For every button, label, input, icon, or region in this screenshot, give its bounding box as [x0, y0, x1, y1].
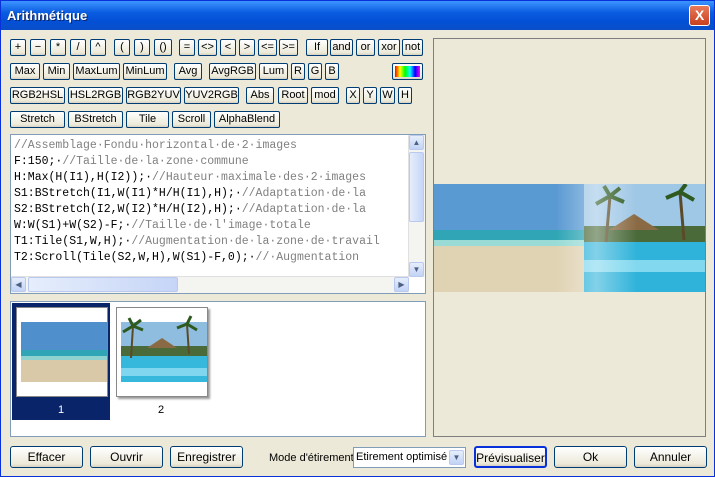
lum-button[interactable]: Lum	[259, 63, 288, 80]
code-line: F:150;·//Taille·de·la·zone·commune	[14, 155, 249, 168]
red-channel-button[interactable]: R	[291, 63, 305, 80]
code-line: T1:Tile(S1,W,H);·//Augmentation·de·la·zo…	[14, 235, 380, 248]
code-line: S1:BStretch(I1,W(I1)*H/H(I1),H);·//Adapt…	[14, 187, 366, 200]
op-equal-button[interactable]: =	[179, 39, 195, 56]
h-variable-button[interactable]: H	[398, 87, 412, 104]
close-button[interactable]: X	[689, 5, 710, 26]
x-variable-button[interactable]: X	[346, 87, 360, 104]
op-close-paren-button[interactable]: )	[134, 39, 150, 56]
code-line: H:Max(H(I1),H(I2));·//Hauteur·maximale·d…	[14, 171, 366, 184]
scroll-up-icon[interactable]: ▲	[409, 135, 424, 150]
preview-button[interactable]: Prévisualiser	[474, 446, 547, 468]
preview-image	[434, 184, 705, 292]
formula-editor[interactable]: //Assemblage·Fondu·horizontal·de·2·image…	[10, 134, 426, 294]
op-greater-equal-button[interactable]: >=	[279, 39, 298, 56]
scroll-right-icon[interactable]: ▶	[394, 277, 409, 292]
close-icon: X	[694, 7, 705, 23]
rainbow-icon	[395, 66, 420, 77]
code-line: //Assemblage·Fondu·horizontal·de·2·image…	[14, 139, 297, 152]
clear-button[interactable]: Effacer	[10, 446, 83, 468]
image-thumbnail-1[interactable]: 1	[12, 303, 110, 420]
op-greater-button[interactable]: >	[239, 39, 255, 56]
or-button[interactable]: or	[356, 39, 375, 56]
window-title: Arithmétique	[7, 8, 88, 23]
preview-pane	[433, 38, 706, 437]
op-multiply-button[interactable]: *	[50, 39, 66, 56]
op-plus-button[interactable]: +	[10, 39, 26, 56]
rgb2yuv-button[interactable]: RGB2YUV	[126, 87, 181, 104]
title-bar[interactable]: Arithmétique X	[1, 1, 714, 30]
yuv2rgb-button[interactable]: YUV2RGB	[184, 87, 239, 104]
code-line: W:W(S1)+W(S2)-F;·//Taille·de·l'image·tot…	[14, 219, 311, 232]
code-line: T2:Scroll(Tile(S2,W,H),W(S1)-F,0);·//·Au…	[14, 251, 360, 264]
stretch-mode-select[interactable]: Etirement optimisé ▼	[353, 447, 466, 468]
cancel-button[interactable]: Annuler	[634, 446, 707, 468]
image-thumbnail-2[interactable]: 2	[114, 303, 212, 420]
code-line: S2:BStretch(I2,W(I2)*H/H(I2),H);·//Adapt…	[14, 203, 366, 216]
op-not-equal-button[interactable]: <>	[198, 39, 217, 56]
blue-channel-button[interactable]: B	[325, 63, 339, 80]
chevron-down-icon[interactable]: ▼	[449, 450, 464, 465]
xor-button[interactable]: xor	[378, 39, 400, 56]
stretch-mode-label: Mode d'étirement	[269, 452, 354, 464]
op-open-paren-button[interactable]: (	[114, 39, 130, 56]
arithmetic-dialog: Arithmétique X + − * / ^ ( ) () = <> < >…	[0, 0, 715, 477]
root-button[interactable]: Root	[278, 87, 308, 104]
alphablend-button[interactable]: AlphaBlend	[214, 111, 280, 128]
max-button[interactable]: Max	[10, 63, 40, 80]
op-minus-button[interactable]: −	[30, 39, 46, 56]
bstretch-button[interactable]: BStretch	[68, 111, 123, 128]
thumbnail-label: 2	[157, 404, 165, 416]
image-list: 1 2	[10, 301, 426, 437]
rgb2hsl-button[interactable]: RGB2HSL	[10, 87, 65, 104]
y-variable-button[interactable]: Y	[363, 87, 377, 104]
min-button[interactable]: Min	[43, 63, 70, 80]
vertical-scroll-thumb[interactable]	[409, 152, 424, 222]
abs-button[interactable]: Abs	[246, 87, 274, 104]
minlum-button[interactable]: MinLum	[123, 63, 167, 80]
tile-button[interactable]: Tile	[126, 111, 169, 128]
hsl2rgb-button[interactable]: HSL2RGB	[68, 87, 123, 104]
op-divide-button[interactable]: /	[70, 39, 86, 56]
avg-button[interactable]: Avg	[174, 63, 202, 80]
horizontal-scrollbar[interactable]: ◀ ▶	[11, 276, 409, 293]
stretch-button[interactable]: Stretch	[10, 111, 65, 128]
pool-image	[121, 315, 207, 382]
op-power-button[interactable]: ^	[90, 39, 106, 56]
op-less-button[interactable]: <	[220, 39, 236, 56]
and-button[interactable]: and	[330, 39, 353, 56]
green-channel-button[interactable]: G	[308, 63, 322, 80]
scroll-down-icon[interactable]: ▼	[409, 262, 424, 277]
save-button[interactable]: Enregistrer	[170, 446, 243, 468]
w-variable-button[interactable]: W	[380, 87, 395, 104]
mod-button[interactable]: mod	[311, 87, 339, 104]
avgrgb-button[interactable]: AvgRGB	[209, 63, 256, 80]
scroll-left-icon[interactable]: ◀	[11, 277, 26, 292]
thumbnail-label: 1	[57, 404, 65, 416]
op-less-equal-button[interactable]: <=	[258, 39, 277, 56]
beach-image	[21, 322, 107, 382]
horizontal-scroll-thumb[interactable]	[28, 277, 178, 292]
if-button[interactable]: If	[306, 39, 328, 56]
scroll-button[interactable]: Scroll	[172, 111, 211, 128]
not-button[interactable]: not	[402, 39, 423, 56]
ok-button[interactable]: Ok	[554, 446, 627, 468]
vertical-scrollbar[interactable]: ▲ ▼	[408, 135, 425, 277]
maxlum-button[interactable]: MaxLum	[73, 63, 120, 80]
open-button[interactable]: Ouvrir	[90, 446, 163, 468]
op-parens-button[interactable]: ()	[154, 39, 172, 56]
stretch-mode-value: Etirement optimisé	[356, 451, 448, 463]
color-picker-button[interactable]	[392, 63, 423, 80]
